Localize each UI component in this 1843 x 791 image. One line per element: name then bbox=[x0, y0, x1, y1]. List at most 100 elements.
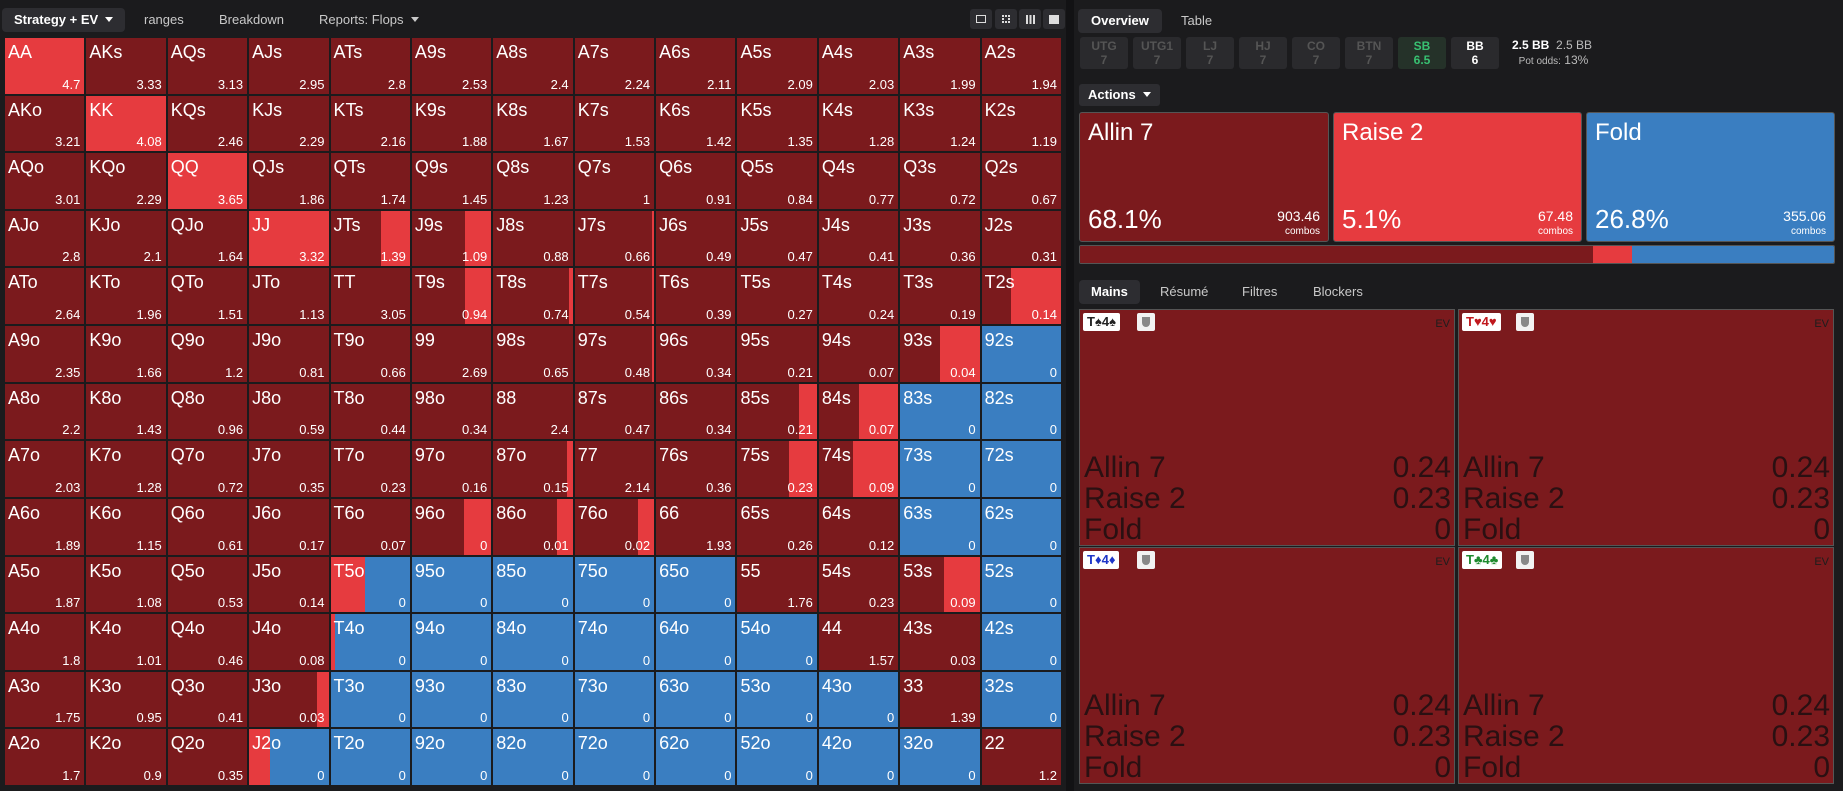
hand-cell[interactable]: 94s 0.07 bbox=[817, 325, 900, 383]
hand-cell[interactable]: 53o 0 bbox=[736, 670, 818, 729]
hand-cell[interactable]: 86o 0.01 bbox=[492, 497, 574, 556]
shield-icon[interactable] bbox=[1137, 551, 1155, 569]
hand-cell[interactable]: Q5o 0.53 bbox=[166, 555, 249, 614]
hand-cell[interactable]: K3s 1.24 bbox=[899, 94, 981, 153]
tab-filtres[interactable]: Filtres bbox=[1230, 280, 1289, 304]
hand-cell[interactable]: 95o 0 bbox=[410, 555, 493, 614]
hand-cell[interactable]: Q2s 0.67 bbox=[980, 152, 1062, 210]
hand-cell[interactable]: J3o 0.03 bbox=[248, 670, 330, 729]
position-bb[interactable]: BB 6 bbox=[1451, 37, 1499, 69]
hand-cell[interactable]: KJo 2.1 bbox=[85, 209, 167, 268]
hand-cell[interactable]: 93s 0.04 bbox=[899, 325, 981, 383]
hand-cell[interactable]: T9o 0.66 bbox=[329, 325, 411, 383]
hand-cell[interactable]: K8s 1.67 bbox=[492, 94, 574, 153]
hand-cell[interactable]: J2s 0.31 bbox=[980, 209, 1062, 268]
hand-cell[interactable]: 42o 0 bbox=[817, 728, 900, 786]
hand-cell[interactable]: 74o 0 bbox=[573, 613, 656, 671]
hand-cell[interactable]: 86s 0.34 bbox=[655, 382, 737, 441]
hand-cell[interactable]: J7s 0.66 bbox=[573, 209, 656, 268]
hand-cell[interactable]: AQs 3.13 bbox=[166, 37, 249, 95]
hand-cell[interactable]: K7o 1.28 bbox=[85, 440, 167, 498]
hand-cell[interactable]: 63s 0 bbox=[899, 497, 981, 556]
position-utg[interactable]: UTG 7 bbox=[1080, 37, 1128, 69]
hand-cell[interactable]: Q3s 0.72 bbox=[899, 152, 981, 210]
hand-cell[interactable]: T3s 0.19 bbox=[899, 267, 981, 326]
hand-cell[interactable]: A6s 2.11 bbox=[655, 37, 737, 95]
hand-cell[interactable]: 98s 0.65 bbox=[492, 325, 574, 383]
hand-cell[interactable]: 43o 0 bbox=[817, 670, 900, 729]
hand-cell[interactable]: J5s 0.47 bbox=[736, 209, 818, 268]
position-sb[interactable]: SB 6.5 bbox=[1398, 37, 1446, 69]
hand-cell[interactable]: T5o 0 bbox=[329, 555, 411, 614]
hand-cell[interactable]: 52o 0 bbox=[736, 728, 818, 786]
hand-cell[interactable]: 95s 0.21 bbox=[736, 325, 818, 383]
hand-cell[interactable]: 76s 0.36 bbox=[655, 440, 737, 498]
hand-cell[interactable]: J2o 0 bbox=[248, 728, 330, 786]
hand-cell[interactable]: 88 2.4 bbox=[492, 382, 574, 441]
view-split-button[interactable] bbox=[970, 9, 992, 29]
hand-cell[interactable]: AKs 3.33 bbox=[85, 37, 167, 95]
hand-cell[interactable]: 64o 0 bbox=[655, 613, 737, 671]
tab-breakdown[interactable]: Breakdown bbox=[207, 8, 296, 32]
hand-cell[interactable]: 62s 0 bbox=[980, 497, 1062, 556]
hand-cell[interactable]: KTo 1.96 bbox=[85, 267, 167, 326]
strategy-ev-dropdown[interactable]: Strategy + EV bbox=[2, 8, 126, 32]
hand-cell[interactable]: A2o 1.7 bbox=[4, 728, 86, 786]
hand-cell[interactable]: 33 1.39 bbox=[899, 670, 981, 729]
hand-cell[interactable]: 76o 0.02 bbox=[573, 497, 656, 556]
hand-cell[interactable]: T2s 0.14 bbox=[980, 267, 1062, 326]
tab-resume[interactable]: Résumé bbox=[1148, 280, 1220, 304]
hand-cell[interactable]: T4o 0 bbox=[329, 613, 411, 671]
tab-mains[interactable]: Mains bbox=[1079, 280, 1140, 304]
hand-cell[interactable]: 42s 0 bbox=[980, 613, 1062, 671]
action-box-allin[interactable]: Allin 7 68.1% 903.46 combos bbox=[1079, 112, 1329, 242]
hand-cell[interactable]: 98o 0.34 bbox=[410, 382, 493, 441]
hand-cell[interactable]: AJo 2.8 bbox=[4, 209, 86, 268]
hand-cell[interactable]: 97o 0.16 bbox=[410, 440, 493, 498]
hand-cell[interactable]: 43s 0.03 bbox=[899, 613, 981, 671]
hand-cell[interactable]: 75o 0 bbox=[573, 555, 656, 614]
hand-cell[interactable]: K2s 1.19 bbox=[980, 94, 1062, 153]
view-compact-button[interactable] bbox=[995, 9, 1017, 29]
hand-cell[interactable]: QTs 1.74 bbox=[329, 152, 411, 210]
hand-cell[interactable]: K4o 1.01 bbox=[85, 613, 167, 671]
hand-cell[interactable]: 99 2.69 bbox=[410, 325, 493, 383]
hand-cell[interactable]: T7s 0.54 bbox=[573, 267, 656, 326]
hand-cell[interactable]: J9s 1.09 bbox=[410, 209, 493, 268]
view-full-button[interactable] bbox=[1043, 9, 1065, 29]
hand-cell[interactable]: 75s 0.23 bbox=[736, 440, 818, 498]
hand-cell[interactable]: J5o 0.14 bbox=[248, 555, 330, 614]
hand-cell[interactable]: Q5s 0.84 bbox=[736, 152, 818, 210]
hand-cell[interactable]: KQo 2.29 bbox=[85, 152, 167, 210]
tab-ranges[interactable]: ranges bbox=[132, 8, 196, 32]
hand-cell[interactable]: 83o 0 bbox=[492, 670, 574, 729]
hand-cell[interactable]: KK 4.08 bbox=[85, 94, 167, 153]
hand-cell[interactable]: T8o 0.44 bbox=[329, 382, 411, 441]
hand-cell[interactable]: 62o 0 bbox=[655, 728, 737, 786]
action-box-fold[interactable]: Fold 26.8% 355.06 combos bbox=[1586, 112, 1835, 242]
hand-cell[interactable]: A5s 2.09 bbox=[736, 37, 818, 95]
hand-cell[interactable]: K9o 1.66 bbox=[85, 325, 167, 383]
hand-cell[interactable]: 73s 0 bbox=[899, 440, 981, 498]
hand-cell[interactable]: 85o 0 bbox=[492, 555, 574, 614]
position-utg1[interactable]: UTG1 7 bbox=[1133, 37, 1181, 69]
hand-cell[interactable]: Q4s 0.77 bbox=[817, 152, 900, 210]
hand-cell[interactable]: A7o 2.03 bbox=[4, 440, 86, 498]
reports-dropdown[interactable]: Reports: Flops bbox=[307, 8, 431, 32]
hand-cell[interactable]: A6o 1.89 bbox=[4, 497, 86, 556]
hand-cell[interactable]: J3s 0.36 bbox=[899, 209, 981, 268]
hand-cell[interactable]: Q7o 0.72 bbox=[166, 440, 249, 498]
hand-cell[interactable]: 92o 0 bbox=[410, 728, 493, 786]
hand-cell[interactable]: JTs 1.39 bbox=[329, 209, 411, 268]
hand-cell[interactable]: Q6s 0.91 bbox=[655, 152, 737, 210]
hand-cell[interactable]: A3s 1.99 bbox=[899, 37, 981, 95]
hand-cell[interactable]: AA 4.7 bbox=[4, 37, 86, 95]
hand-cell[interactable]: QQ 3.65 bbox=[166, 152, 249, 210]
hand-cell[interactable]: TT 3.05 bbox=[329, 267, 411, 326]
hand-cell[interactable]: 96o 0 bbox=[410, 497, 493, 556]
hand-cell[interactable]: Q3o 0.41 bbox=[166, 670, 249, 729]
hand-cell[interactable]: J4s 0.41 bbox=[817, 209, 900, 268]
hand-cell[interactable]: 92s 0 bbox=[980, 325, 1062, 383]
combo-card[interactable]: T♠4♠ EV Allin 7 0.24 Raise 2 0.23 Fold 0 bbox=[1079, 309, 1455, 546]
hand-cell[interactable]: 65o 0 bbox=[655, 555, 737, 614]
